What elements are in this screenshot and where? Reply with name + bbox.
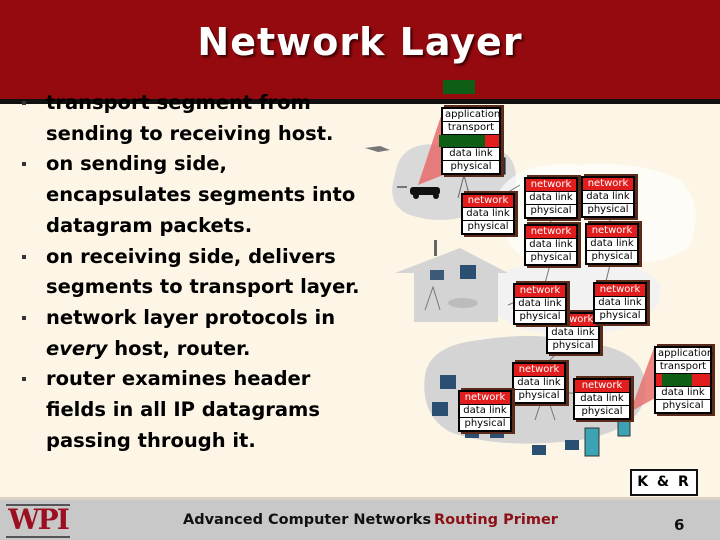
layer-data-link: data link — [526, 192, 576, 205]
bullet-icon — [22, 377, 26, 382]
layer-physical: physical — [552, 340, 594, 351]
layer-physical: physical — [587, 204, 629, 215]
layer-network: network — [463, 195, 513, 208]
layer-data-link: data link — [460, 405, 510, 418]
home-network-house — [395, 248, 508, 322]
layer-transport: transport — [443, 122, 499, 135]
layer-data-link: data link — [515, 298, 565, 311]
layer-physical: physical — [530, 252, 572, 263]
router-stack: network data link physical — [458, 390, 512, 432]
footer: WPI Advanced Computer Networks Routing P… — [0, 497, 720, 540]
datagram-header-icon — [443, 80, 475, 94]
layer-physical: physical — [581, 406, 623, 417]
topic-title: Routing Primer — [434, 512, 558, 528]
layer-network: network — [526, 179, 576, 192]
layer-network-highlight — [439, 135, 499, 148]
layer-data-link: data link — [443, 148, 499, 161]
router-stack: network data link physical — [513, 283, 567, 325]
layer-physical: physical — [599, 310, 641, 321]
layer-network-highlight — [656, 374, 710, 387]
router-stack: network data link physical — [581, 176, 635, 218]
router-stack: network data link physical — [524, 177, 578, 219]
layer-application: application — [443, 109, 501, 122]
home-laptop-icon — [430, 270, 444, 280]
layer-application: application — [656, 348, 714, 361]
home-antenna-icon — [434, 240, 437, 256]
layer-network: network — [587, 225, 637, 238]
layer-physical: physical — [518, 390, 560, 401]
layer-network: network — [526, 226, 576, 239]
layer-physical: physical — [450, 161, 492, 172]
layer-network: network — [515, 285, 565, 298]
layer-physical: physical — [519, 311, 561, 322]
bullet-item: network layer protocols in every host, r… — [20, 303, 360, 364]
layer-network: network — [583, 178, 633, 191]
router-stack: network data link physical — [593, 282, 647, 324]
layer-data-link: data link — [526, 239, 576, 252]
layer-network: network — [514, 364, 564, 377]
layer-physical: physical — [591, 251, 633, 262]
course-title: Advanced Computer Networks — [183, 512, 432, 528]
layer-network: network — [460, 392, 510, 405]
layer-data-link: data link — [583, 191, 633, 204]
layer-data-link: data link — [575, 393, 629, 406]
layer-data-link: data link — [463, 208, 513, 221]
bullet-item: router examines header fields in all IP … — [20, 364, 360, 456]
router-stack: network data link physical — [524, 224, 578, 266]
router-stack: network data link physical — [573, 378, 631, 420]
bullet-icon — [22, 315, 26, 320]
layer-data-link: data link — [656, 387, 710, 400]
bullet-list: transport segment from sending to receiv… — [20, 88, 360, 456]
layer-physical: physical — [467, 221, 509, 232]
router-stack: network data link physical — [461, 193, 515, 235]
bullet-icon — [22, 254, 26, 259]
layer-network: network — [595, 284, 645, 297]
bullet-icon — [22, 162, 26, 167]
sending-host-stack: application transport data link physical — [439, 107, 501, 175]
router-stack: network data link physical — [512, 362, 566, 404]
bullet-item: on receiving side, delivers segments to … — [20, 242, 360, 303]
receiving-host-stack: application transport data link physical — [654, 346, 714, 414]
page-number: 6 — [674, 516, 685, 534]
layer-network: network — [575, 380, 629, 393]
layer-physical: physical — [530, 205, 572, 216]
datagram-highlight-icon — [439, 135, 485, 147]
layer-physical: physical — [464, 418, 506, 429]
credit-box: K & R — [630, 469, 698, 496]
layer-data-link: data link — [548, 327, 598, 340]
router-stack: network data link physical — [585, 223, 639, 265]
layer-data-link: data link — [587, 238, 637, 251]
wpi-logo: WPI — [6, 504, 70, 538]
layer-data-link: data link — [514, 377, 564, 390]
airplane-icon — [365, 146, 390, 152]
layer-data-link: data link — [595, 297, 645, 310]
datagram-highlight-icon — [662, 374, 692, 386]
bullet-item: transport segment from sending to receiv… — [20, 88, 360, 149]
layer-physical: physical — [662, 400, 704, 411]
home-router-icon — [448, 298, 478, 308]
slide-title: Network Layer — [197, 20, 523, 64]
bullet-icon — [22, 101, 26, 105]
layer-transport: transport — [656, 361, 710, 374]
bullet-item: on sending side, encapsulates segments i… — [20, 149, 360, 241]
home-pc-icon — [460, 265, 476, 279]
